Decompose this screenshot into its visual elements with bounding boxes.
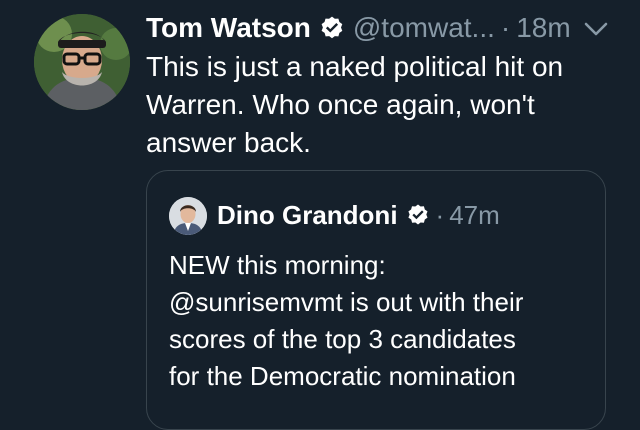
tweet-text: This is just a naked political hit on Wa…: [146, 51, 564, 158]
verified-badge-icon: [319, 15, 345, 41]
quoted-tweet-text: NEW this morning: @sunrisemvmt is out wi…: [169, 250, 524, 391]
tweet[interactable]: Tom Watson @tomwat... · 18m This is just…: [0, 0, 640, 430]
user-avatar-icon: [169, 197, 207, 235]
user-avatar-icon: [34, 14, 130, 110]
quoted-tweet-timestamp[interactable]: 47m: [449, 197, 500, 233]
separator-dot: ·: [435, 200, 445, 230]
author-name[interactable]: Tom Watson: [146, 10, 311, 46]
separator-dot: ·: [500, 12, 511, 43]
quoted-tweet-header: Dino Grandoni · 47m: [217, 197, 500, 233]
quoted-tweet[interactable]: Dino Grandoni · 47m NEW this morning: @s…: [146, 170, 606, 430]
author-avatar[interactable]: [34, 14, 130, 110]
tweet-timestamp[interactable]: 18m: [516, 10, 570, 46]
quoted-author-name[interactable]: Dino Grandoni: [217, 197, 398, 233]
chevron-down-icon[interactable]: [583, 18, 609, 40]
tweet-header: Tom Watson @tomwat... · 18m: [146, 10, 571, 46]
verified-badge-icon: [406, 203, 430, 227]
author-handle[interactable]: @tomwat...: [353, 10, 495, 46]
quoted-author-avatar[interactable]: [169, 197, 207, 235]
